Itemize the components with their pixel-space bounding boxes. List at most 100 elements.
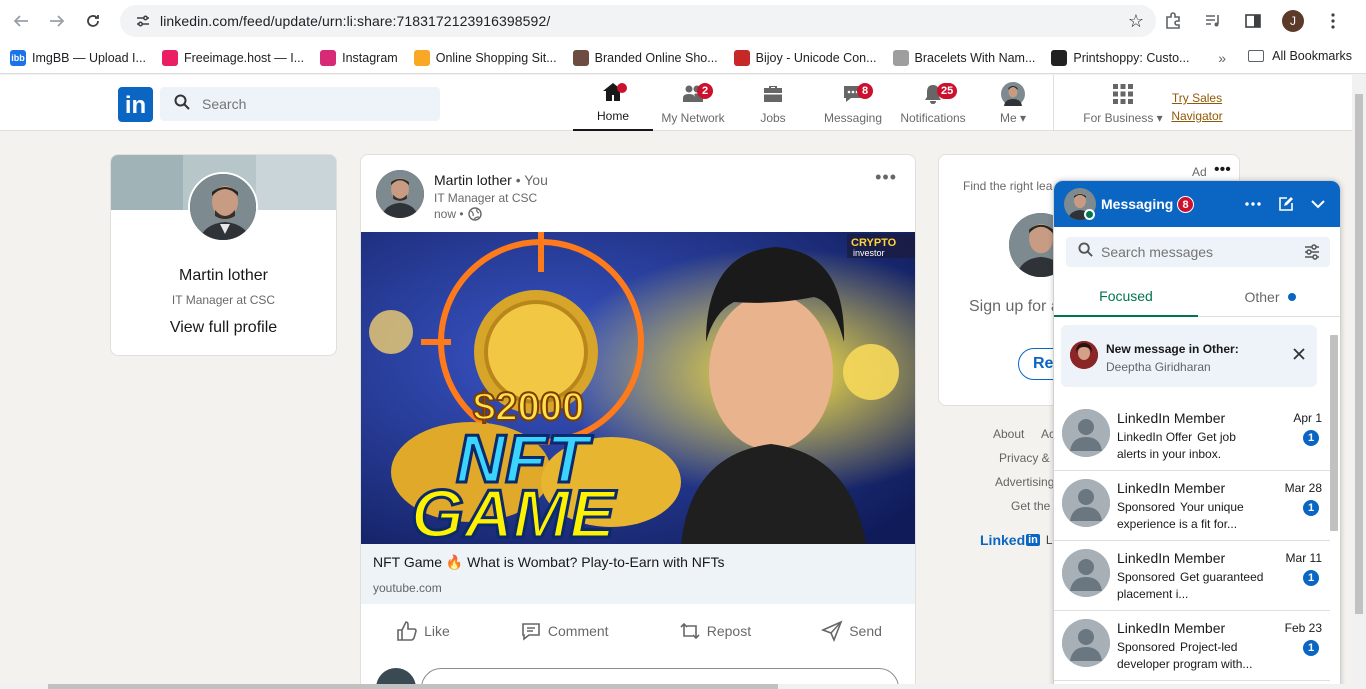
messaging-search-input[interactable] xyxy=(1101,244,1291,260)
post-author-avatar[interactable] xyxy=(376,170,424,218)
notification-badge: 2 xyxy=(697,83,713,99)
chrome-menu-icon[interactable] xyxy=(1320,8,1346,34)
more-bookmarks-icon[interactable]: » xyxy=(1218,50,1226,66)
site-info-icon[interactable] xyxy=(128,13,158,29)
conversation-item[interactable]: LinkedIn Member Apr 1 LinkedIn Offer Get jo… xyxy=(1054,401,1330,471)
arrow-right-icon xyxy=(50,15,65,27)
close-icon[interactable] xyxy=(1293,347,1305,365)
nav-jobs[interactable]: Jobs xyxy=(733,75,813,131)
messaging-options-icon[interactable] xyxy=(1241,192,1265,216)
conversation-item[interactable]: LinkedIn Member Feb 23 Sponsored Project-le… xyxy=(1054,611,1330,681)
try-sales-navigator-link[interactable]: Try Sales Navigator xyxy=(1168,89,1226,125)
ad-label: Ad xyxy=(1192,165,1207,179)
nav-messaging[interactable]: Messaging 8 xyxy=(813,75,893,131)
bookmark-label: Branded Online Sho... xyxy=(594,50,718,65)
view-full-profile-link[interactable]: View full profile xyxy=(111,319,336,337)
footer-logo-in: in xyxy=(1026,534,1040,546)
bookmark-label: Bracelets With Nam... xyxy=(914,50,1036,65)
tab-other[interactable]: Other xyxy=(1198,277,1340,317)
extensions-icon[interactable] xyxy=(1160,8,1186,34)
profile-name[interactable]: Martin lother xyxy=(111,267,336,285)
address-bar[interactable]: linkedin.com/feed/update/urn:li:share:71… xyxy=(120,5,1156,37)
bookmark-label: Freeimage.host — I... xyxy=(183,50,305,65)
nav-my-network[interactable]: My Network 2 xyxy=(653,75,733,131)
send-icon xyxy=(821,620,843,642)
bookmark-item[interactable]: Bijoy - Unicode Con... xyxy=(733,49,877,66)
bookmark-item[interactable]: Instagram xyxy=(320,49,398,66)
search-input[interactable] xyxy=(202,96,422,112)
sales-nav-line1: Try Sales xyxy=(1171,91,1223,105)
nav-label: My Network xyxy=(661,111,725,125)
messaging-scrollbar[interactable] xyxy=(1329,321,1338,688)
compose-message-icon[interactable] xyxy=(1274,192,1298,216)
footer-link-get-app[interactable]: Get the xyxy=(1011,499,1050,513)
search-icon xyxy=(1078,242,1093,262)
collapse-chevron-icon[interactable] xyxy=(1306,192,1330,216)
bookmark-star-icon[interactable]: ☆ xyxy=(1128,11,1144,32)
footer-link-about[interactable]: About xyxy=(993,427,1024,441)
conversation-date: Feb 23 xyxy=(1284,621,1322,635)
repost-button[interactable]: Repost xyxy=(679,611,751,651)
notice-sender: Deeptha Giridharan xyxy=(1106,360,1211,374)
reload-button[interactable] xyxy=(78,6,108,36)
bookmark-item[interactable]: Bracelets With Nam... xyxy=(892,49,1036,66)
thumbs-up-icon xyxy=(397,621,417,641)
post-author-name[interactable]: Martin lother • You xyxy=(434,172,548,188)
ad-options-icon[interactable]: ••• xyxy=(1214,161,1231,179)
messaging-tabs: Focused Other xyxy=(1054,277,1340,317)
tab-focused[interactable]: Focused xyxy=(1054,277,1198,317)
bookmark-favicon-icon xyxy=(733,49,750,66)
bookmark-item[interactable]: ibb ImgBB — Upload I... xyxy=(10,49,146,66)
new-message-notice[interactable]: New message in Other: Deeptha Giridharan xyxy=(1061,325,1317,387)
footer-logo-text: Linked xyxy=(980,532,1026,548)
horizontal-scrollbar[interactable] xyxy=(0,684,1352,689)
search-icon xyxy=(174,94,190,115)
global-search[interactable] xyxy=(160,87,440,121)
bookmark-favicon-icon xyxy=(161,49,178,66)
profile-avatar[interactable]: J xyxy=(1280,8,1306,34)
grid-icon xyxy=(1111,82,1135,106)
profile-card: Martin lother IT Manager at CSC View ful… xyxy=(110,154,337,356)
messaging-search[interactable] xyxy=(1066,237,1330,267)
profile-photo[interactable] xyxy=(188,172,258,242)
bookmark-item[interactable]: Branded Online Sho... xyxy=(572,49,718,66)
filter-icon[interactable] xyxy=(1304,244,1320,265)
post-action-bar: Like Comment Repost Send xyxy=(361,611,915,651)
conversation-item[interactable]: LinkedIn Member Mar 28 Sponsored Your uniqu… xyxy=(1054,471,1330,541)
bookmark-label: Online Shopping Sit... xyxy=(435,50,557,65)
conversation-tag: Sponsored xyxy=(1117,500,1176,514)
messaging-header[interactable]: Messaging 8 xyxy=(1054,181,1340,227)
post-link-thumbnail[interactable]: $2000 NFT GAME CRYPTO investor xyxy=(361,232,915,544)
url-text: linkedin.com/feed/update/urn:li:share:71… xyxy=(160,13,551,29)
bookmark-label: Bijoy - Unicode Con... xyxy=(755,50,877,65)
page-scrollbar[interactable] xyxy=(1352,75,1366,689)
nav-label: For Business ▾ xyxy=(1083,111,1163,125)
like-button[interactable]: Like xyxy=(396,611,450,651)
conversation-item[interactable]: LinkedIn Member Mar 11 Sponsored Get guaran… xyxy=(1054,541,1330,611)
linkedin-logo[interactable]: in xyxy=(118,87,153,122)
back-button[interactable] xyxy=(6,6,36,36)
all-bookmarks-button[interactable]: All Bookmarks xyxy=(1248,49,1352,63)
footer-link-privacy[interactable]: Privacy & xyxy=(999,451,1050,465)
notification-badge: 8 xyxy=(857,83,873,99)
side-panel-icon[interactable] xyxy=(1240,8,1266,34)
bookmark-item[interactable]: Printshoppy: Custo... xyxy=(1051,49,1189,66)
nav-for-business[interactable]: For Business ▾ xyxy=(1073,75,1173,131)
post-options-icon[interactable]: ••• xyxy=(875,167,897,188)
post-link-preview[interactable]: NFT Game 🔥 What is Wombat? Play-to-Earn … xyxy=(361,544,915,604)
nav-notifications[interactable]: Notifications 25 xyxy=(893,75,973,131)
bookmark-item[interactable]: Freeimage.host — I... xyxy=(161,49,305,66)
notice-title: New message in Other: xyxy=(1106,342,1239,356)
conversation-tag: LinkedIn Offer xyxy=(1117,430,1193,444)
footer-link-advertising[interactable]: Advertising xyxy=(995,475,1054,489)
post-author-name-text: Martin lother xyxy=(434,172,512,188)
media-control-icon[interactable] xyxy=(1200,8,1226,34)
nav-me[interactable]: Me ▾ xyxy=(973,75,1053,131)
repost-label: Repost xyxy=(706,623,752,639)
comment-button[interactable]: Comment xyxy=(520,611,609,651)
member-avatar-icon xyxy=(1062,549,1110,597)
send-button[interactable]: Send xyxy=(821,611,882,651)
nav-home[interactable]: Home xyxy=(573,75,653,131)
bookmark-item[interactable]: Online Shopping Sit... xyxy=(413,49,557,66)
forward-button[interactable] xyxy=(42,6,72,36)
